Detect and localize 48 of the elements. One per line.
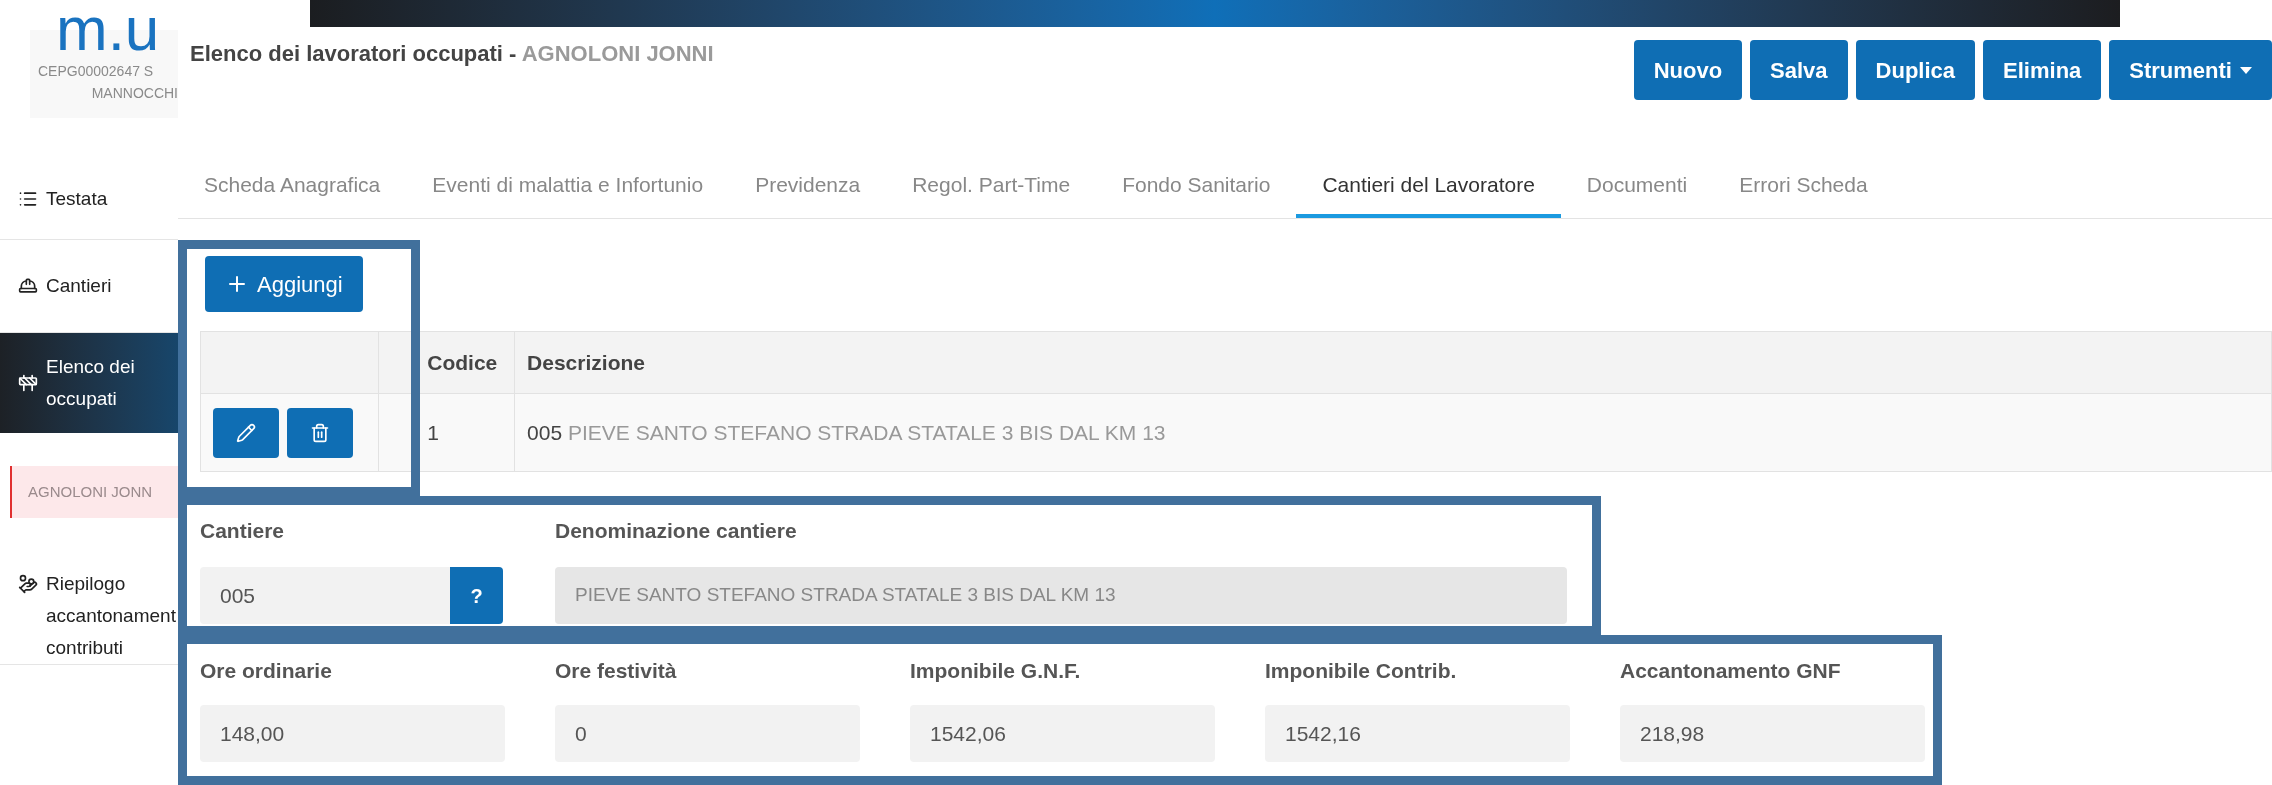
- caret-icon: [2240, 66, 2252, 74]
- amount-field[interactable]: 0: [555, 705, 860, 762]
- field-label: Cantiere: [200, 518, 286, 544]
- field-label: Ore festività: [555, 658, 678, 684]
- field-label: Imponibile Contrib.: [1265, 658, 1458, 684]
- sidebar-item[interactable]: Testata: [0, 158, 178, 240]
- tab[interactable]: Regol. Part-Time: [886, 112, 1097, 218]
- column-header: Descrizione: [514, 331, 2272, 394]
- tab[interactable]: Scheda Anagrafica: [178, 112, 407, 218]
- table-cell: 005 PIEVE SANTO STEFANO STRADA STATALE 3 BIS DAL KM 13: [514, 393, 2272, 472]
- toolbar-button[interactable]: Strumenti: [2109, 40, 2272, 100]
- cantiere-field[interactable]: 005: [200, 567, 450, 624]
- company-name: MANNOCCHI: [91, 84, 178, 102]
- amount-field[interactable]: 148,00: [200, 705, 505, 762]
- field-label: Imponibile G.N.F.: [910, 658, 1082, 684]
- hand-coins-icon: [18, 574, 38, 594]
- tab[interactable]: Errori Scheda: [1713, 112, 1894, 218]
- delete-button[interactable]: [287, 407, 353, 458]
- pencil-icon: [236, 422, 256, 443]
- table-cell: 1: [378, 393, 515, 472]
- toolbar-button[interactable]: Nuovo: [1633, 40, 1743, 100]
- sidebar-item[interactable]: Riepilogo accantonament contributi: [0, 566, 178, 665]
- toolbar-button[interactable]: Duplica: [1855, 40, 1976, 100]
- tab[interactable]: Documenti: [1560, 112, 1714, 218]
- column-header: Codice: [378, 331, 515, 394]
- sidebar-item[interactable]: Elenco dei occupati: [0, 333, 178, 433]
- tab[interactable]: Cantieri del Lavoratore: [1296, 112, 1561, 218]
- lookup-button[interactable]: ?: [450, 567, 503, 624]
- page-title: Elenco dei lavoratori occupati - AGNOLONI JONNI: [190, 40, 714, 68]
- amount-field[interactable]: 1542,06: [910, 705, 1215, 762]
- logo: m.u: [55, 4, 161, 54]
- helmet-icon: [18, 276, 38, 296]
- company-code: CEPG00002647 S: [38, 62, 155, 80]
- field-label: Accantonamento GNF: [1620, 658, 1842, 684]
- amount-field[interactable]: 218,98: [1620, 705, 1925, 762]
- toolbar-button[interactable]: Salva: [1750, 40, 1848, 100]
- trash-icon: [310, 422, 330, 443]
- denominazione-field[interactable]: PIEVE SANTO STEFANO STRADA STATALE 3 BIS DAL KM 13: [555, 567, 1567, 624]
- tab[interactable]: Eventi di malattia e Infortunio: [406, 112, 730, 218]
- edit-button[interactable]: [213, 407, 279, 458]
- amount-field[interactable]: 1542,16: [1265, 705, 1570, 762]
- current-worker-badge: AGNOLONI JONN: [10, 466, 178, 518]
- field-label: Denominazione cantiere: [555, 518, 798, 544]
- toolbar-button[interactable]: Elimina: [1983, 40, 2102, 100]
- field-label: Ore ordinarie: [200, 658, 333, 684]
- tab[interactable]: Previdenza: [729, 112, 887, 218]
- add-button[interactable]: Aggiungi: [205, 256, 363, 312]
- tab[interactable]: Fondo Sanitario: [1096, 112, 1297, 218]
